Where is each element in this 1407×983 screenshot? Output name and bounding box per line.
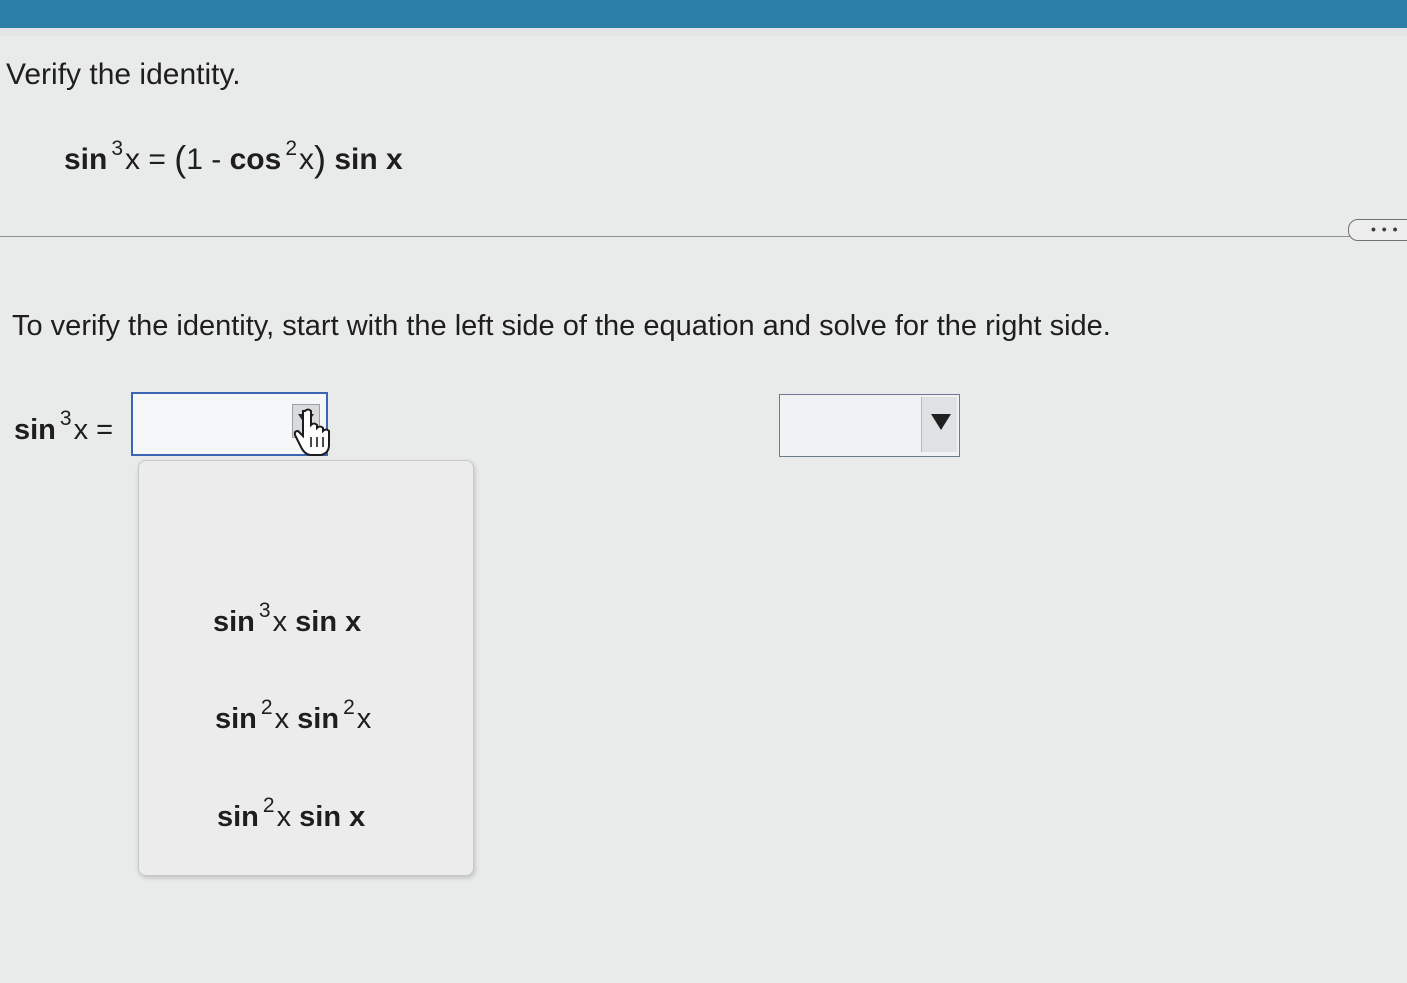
option-tail: sin bbox=[297, 703, 340, 735]
given-lhs-exponent: 3 bbox=[111, 137, 124, 160]
step-lhs-exponent: 3 bbox=[59, 407, 72, 430]
option-tail: sin x bbox=[295, 606, 362, 638]
dropdown-option[interactable]: sin 2x sin x bbox=[217, 794, 366, 834]
dropdown-menu: sin 3x sin x sin 2x sin 2x sin 2x sin x bbox=[138, 460, 474, 876]
option-var: x bbox=[274, 703, 290, 735]
dropdown-option[interactable]: sin 2x sin 2x bbox=[215, 696, 372, 736]
hand-pointer-icon bbox=[293, 408, 330, 456]
given-open-paren: ( bbox=[174, 138, 187, 179]
given-cos-exponent: 2 bbox=[285, 137, 298, 160]
step-select-second[interactable] bbox=[779, 394, 960, 457]
step-equals: = bbox=[96, 414, 114, 446]
given-lhs-var: x bbox=[125, 143, 141, 176]
dropdown-option[interactable]: sin 3x sin x bbox=[213, 599, 362, 639]
given-rhs-tail: sin x bbox=[334, 143, 403, 176]
option-func: sin bbox=[217, 801, 259, 833]
given-identity: sin 3x = (1 - cos 2x) sin x bbox=[64, 136, 403, 179]
given-lhs-func: sin bbox=[64, 143, 108, 176]
option-var-second: x bbox=[356, 703, 372, 735]
instruction-text: To verify the identity, start with the l… bbox=[12, 310, 1111, 342]
more-options-button[interactable]: • • • bbox=[1348, 219, 1407, 241]
given-equals: = bbox=[148, 143, 166, 176]
option-var: x bbox=[272, 606, 288, 638]
option-exponent-second: 2 bbox=[343, 696, 355, 719]
section-divider bbox=[0, 236, 1356, 237]
option-func: sin bbox=[215, 703, 257, 735]
top-bar-edge bbox=[0, 28, 1407, 36]
step-lhs-func: sin bbox=[14, 414, 56, 446]
triangle-down-icon bbox=[931, 414, 951, 430]
option-exponent: 3 bbox=[258, 599, 271, 622]
given-close-paren: ) bbox=[314, 138, 327, 179]
select-second-arrow-button[interactable] bbox=[921, 397, 957, 452]
step-lhs: sin 3x = bbox=[14, 407, 114, 447]
option-tail: sin x bbox=[299, 801, 366, 833]
option-exponent: 2 bbox=[262, 794, 275, 817]
question-title: Verify the identity. bbox=[6, 58, 241, 91]
given-one-minus: 1 - bbox=[186, 143, 222, 176]
option-exponent: 2 bbox=[260, 696, 273, 719]
option-var: x bbox=[276, 801, 292, 833]
step-lhs-var: x bbox=[73, 414, 89, 446]
given-cos-func: cos bbox=[229, 143, 282, 176]
option-func: sin bbox=[213, 606, 255, 638]
given-cos-var: x bbox=[299, 143, 315, 176]
